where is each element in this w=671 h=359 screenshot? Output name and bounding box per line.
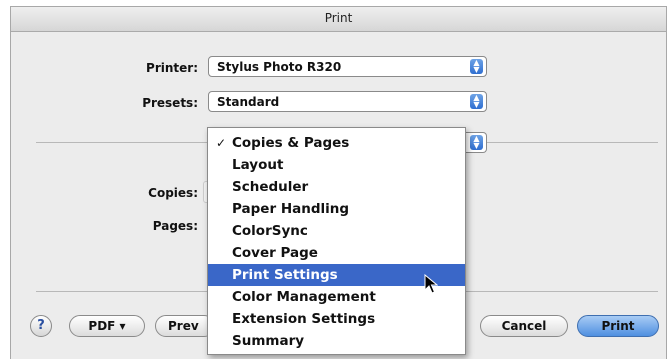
menu-item-summary[interactable]: Summary	[208, 330, 465, 352]
menu-item-label: Cover Page	[232, 245, 318, 261]
menu-item-label: Layout	[232, 157, 284, 173]
copies-label: Copies:	[148, 186, 198, 200]
menu-item-label: ColorSync	[232, 223, 308, 239]
menu-item-extension-settings[interactable]: Extension Settings	[208, 308, 465, 330]
printer-label: Printer:	[146, 61, 198, 75]
help-button[interactable]: ?	[30, 315, 52, 337]
printer-popup[interactable]: Stylus Photo R320 ▲ ▼	[208, 56, 487, 77]
cancel-button[interactable]: Cancel	[480, 315, 568, 337]
menu-item-label: Copies & Pages	[232, 135, 350, 151]
preview-button[interactable]: Prev	[155, 315, 215, 337]
menu-item-colorsync[interactable]: ColorSync	[208, 220, 465, 242]
printer-value: Stylus Photo R320	[217, 60, 342, 74]
title-bar: Print	[11, 7, 666, 32]
menu-item-scheduler[interactable]: Scheduler	[208, 176, 465, 198]
panel-menu: ✓ Copies & Pages Layout Scheduler Paper …	[207, 127, 466, 355]
pdf-button[interactable]: PDF ▾	[69, 315, 145, 337]
presets-popup[interactable]: Standard ▲ ▼	[208, 91, 487, 112]
menu-item-label: Extension Settings	[232, 311, 376, 327]
window-title: Print	[324, 11, 353, 25]
menu-item-label: Paper Handling	[232, 201, 350, 217]
menu-item-label: Color Management	[232, 289, 376, 305]
popup-arrows-icon: ▲ ▼	[470, 135, 483, 150]
menu-item-label: Scheduler	[232, 179, 309, 195]
menu-item-copies-pages[interactable]: ✓ Copies & Pages	[208, 132, 465, 154]
separator-left	[36, 142, 208, 143]
presets-value: Standard	[217, 95, 280, 109]
presets-label: Presets:	[142, 96, 198, 110]
mouse-cursor-icon	[424, 274, 438, 294]
menu-item-layout[interactable]: Layout	[208, 154, 465, 176]
menu-item-paper-handling[interactable]: Paper Handling	[208, 198, 465, 220]
checkmark-icon: ✓	[216, 136, 227, 150]
separator-right	[486, 142, 658, 143]
separator-bottom-left	[36, 291, 208, 292]
separator-bottom-right	[466, 291, 658, 292]
popup-arrows-icon: ▲ ▼	[470, 94, 483, 109]
popup-arrows-icon: ▲ ▼	[470, 59, 483, 74]
print-button[interactable]: Print	[577, 315, 659, 337]
menu-item-cover-page[interactable]: Cover Page	[208, 242, 465, 264]
menu-item-label: Print Settings	[232, 267, 338, 283]
menu-item-label: Summary	[232, 333, 305, 349]
pages-label: Pages:	[152, 219, 198, 233]
